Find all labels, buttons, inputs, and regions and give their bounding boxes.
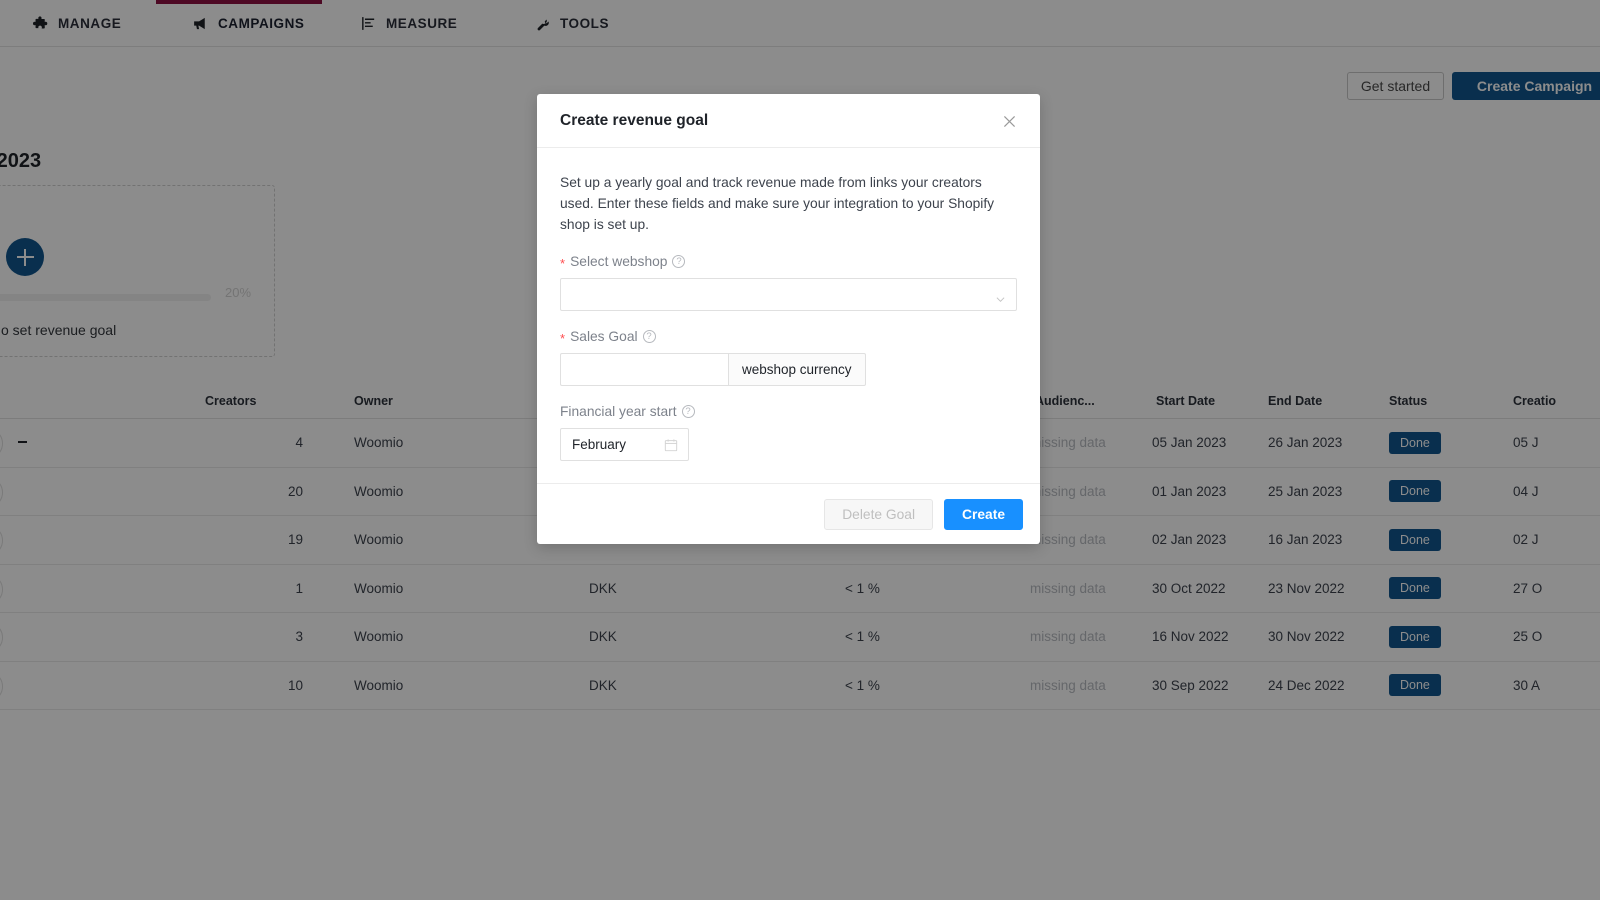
chevron-down-icon [996, 291, 1005, 303]
create-revenue-goal-dialog: Create revenue goal Set up a yearly goal… [537, 94, 1040, 544]
close-icon[interactable] [996, 108, 1022, 134]
dialog-header: Create revenue goal [537, 94, 1040, 148]
application-root: MANAGE CAMPAIGNS MEASURE TOOLS Get start… [0, 0, 1600, 900]
sales-goal-field-label: * Sales Goal ? [560, 329, 1017, 346]
financial-year-start-label: Financial year start ? [560, 404, 1017, 419]
webshop-field-group: * Select webshop ? [560, 254, 1017, 311]
sales-goal-field-group: * Sales Goal ? webshop currency [560, 329, 1017, 386]
webshop-select[interactable] [560, 278, 1017, 311]
calendar-icon [664, 438, 678, 452]
sales-goal-input-group: webshop currency [560, 353, 1017, 386]
dialog-body: Set up a yearly goal and track revenue m… [537, 148, 1040, 483]
selected-month-value: February [572, 437, 627, 452]
sales-goal-label-text: Sales Goal [570, 329, 638, 344]
sales-goal-input[interactable] [560, 353, 728, 386]
dialog-footer: Delete Goal Create [537, 483, 1040, 544]
dialog-description: Set up a yearly goal and track revenue m… [560, 175, 995, 232]
financial-year-label-text: Financial year start [560, 404, 677, 419]
dialog-title: Create revenue goal [560, 111, 709, 129]
question-circle-icon[interactable]: ? [642, 330, 656, 343]
webshop-label-text: Select webshop [570, 254, 668, 269]
required-marker: * [560, 331, 566, 346]
delete-goal-label: Delete Goal [842, 506, 916, 522]
question-circle-icon[interactable]: ? [681, 405, 695, 418]
currency-addon: webshop currency [728, 353, 866, 386]
create-goal-button[interactable]: Create [944, 498, 1023, 530]
financial-year-start-field-group: Financial year start ? February [560, 404, 1017, 461]
question-circle-icon[interactable]: ? [672, 255, 686, 268]
required-marker: * [560, 256, 566, 271]
financial-year-month-picker[interactable]: February [560, 428, 689, 461]
webshop-field-label: * Select webshop ? [560, 254, 1017, 271]
delete-goal-button[interactable]: Delete Goal [824, 498, 934, 530]
create-goal-label: Create [962, 506, 1005, 522]
